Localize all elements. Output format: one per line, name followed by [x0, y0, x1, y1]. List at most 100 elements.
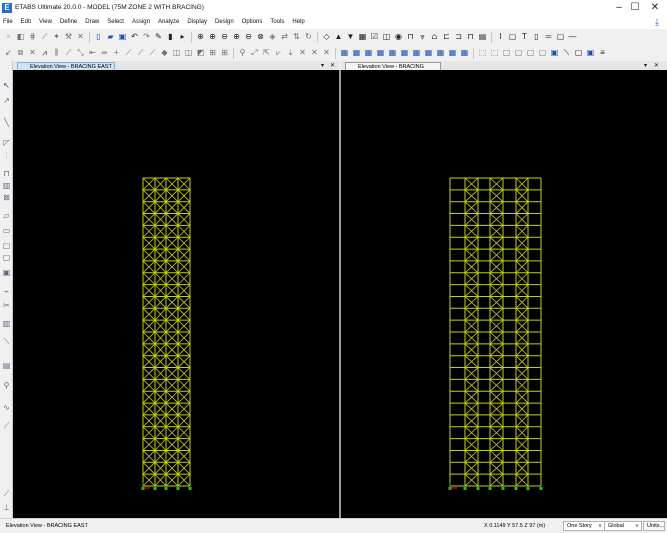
draw-floor-icon[interactable]: ▭	[2, 226, 11, 235]
draw-dimension-icon[interactable]: ▥	[2, 319, 11, 328]
group-icon[interactable]: ▦	[364, 48, 373, 58]
paint-icon[interactable]: ◉	[394, 32, 403, 42]
display-options-icon[interactable]: ▦	[358, 32, 367, 42]
run-analysis-icon[interactable]: ▸	[178, 32, 187, 42]
draw-link-icon[interactable]: ⌁	[2, 287, 11, 296]
zoom-previous-icon[interactable]: ⊖	[244, 32, 253, 42]
menu-display[interactable]: Display	[187, 19, 207, 25]
steel-design-icon[interactable]: I	[496, 32, 505, 42]
story-select[interactable]: One Story ∨	[563, 521, 605, 531]
copy-icon[interactable]: ⧉	[16, 48, 25, 58]
assign-load-2-icon[interactable]: ✕	[298, 48, 307, 58]
menu-view[interactable]: View	[39, 19, 52, 25]
slab-design-icon[interactable]: ═	[544, 32, 553, 42]
section-icon[interactable]: ⩘	[40, 48, 49, 58]
stories-icon[interactable]: ▦	[412, 48, 421, 58]
line-2-icon[interactable]: ⟋	[136, 48, 145, 58]
beam-icon[interactable]: ⟋	[64, 48, 73, 58]
lock-icon[interactable]: ▮	[166, 32, 175, 42]
wall-design-icon[interactable]: ▯	[532, 32, 541, 42]
zoom-out-icon[interactable]: ⊖	[220, 32, 229, 42]
save-icon[interactable]: ▣	[118, 32, 127, 42]
draw-opening-icon[interactable]: ▢	[2, 241, 11, 250]
load-patterns-icon[interactable]: ▦	[448, 48, 457, 58]
draw-tendon-icon[interactable]: ⟍	[2, 337, 11, 346]
line-3-icon[interactable]: ⟋	[148, 48, 157, 58]
move-up-icon[interactable]: ▲	[334, 32, 343, 42]
draw-icon[interactable]: ⟋	[40, 32, 49, 42]
filter-icon[interactable]: ▦	[388, 48, 397, 58]
pan-icon[interactable]: ⊗	[256, 32, 265, 42]
menu-file[interactable]: File	[3, 19, 13, 25]
snap-options-icon[interactable]: ▣	[586, 48, 595, 58]
view-3d-icon[interactable]: ◈	[268, 32, 277, 42]
download-icon[interactable]: ⤓	[655, 17, 659, 28]
draw-beam-icon[interactable]: ⊓	[2, 169, 11, 178]
new-file-icon[interactable]: ▯	[94, 32, 103, 42]
materials-icon[interactable]: ▦	[436, 48, 445, 58]
snap-mid-icon[interactable]: ⊥	[2, 503, 11, 512]
elevation-view-icon[interactable]: ⇅	[292, 32, 301, 42]
load-cases-icon[interactable]: ▦	[460, 48, 469, 58]
column-icon[interactable]: ⫼	[52, 48, 61, 58]
draw-brace-icon[interactable]: ◸	[2, 138, 11, 147]
floor-icon[interactable]: ◫	[172, 48, 181, 58]
menu-draw[interactable]: Draw	[85, 19, 99, 25]
undo-icon[interactable]: ↶	[130, 32, 139, 42]
draw-grid-icon[interactable]: ⟋	[2, 421, 11, 430]
menu-analyze[interactable]: Analyze	[158, 19, 179, 25]
deform-icon[interactable]: ⊏	[442, 32, 451, 42]
properties-icon[interactable]: ▦	[376, 48, 385, 58]
opening-icon[interactable]: ◩	[196, 48, 205, 58]
close-button[interactable]: ✕	[639, 0, 667, 15]
plan-view-icon[interactable]: ⇄	[280, 32, 289, 42]
perspective-icon[interactable]: ◇	[322, 32, 331, 42]
brace-icon[interactable]: ⤡	[76, 48, 85, 58]
foundation-icon[interactable]: ▢	[556, 32, 565, 42]
coord-system-select[interactable]: Global ∨	[604, 521, 642, 531]
shell-icon[interactable]: ◆	[160, 48, 169, 58]
composite-design-icon[interactable]: T	[520, 32, 529, 42]
open-file-icon[interactable]: ▰	[106, 32, 115, 42]
menu-select[interactable]: Select	[107, 19, 124, 25]
snap-end-icon[interactable]: ⟋	[2, 489, 11, 498]
clear-selection-icon[interactable]: ▢	[502, 48, 511, 58]
wall-icon[interactable]: ◫	[184, 48, 193, 58]
pane-menu-icon[interactable]: ▾	[321, 62, 324, 69]
draw-column-icon[interactable]: ⫶	[2, 151, 11, 160]
draw-xbrace-icon[interactable]: ⊠	[2, 193, 11, 202]
elevation-view-east-canvas[interactable]	[13, 70, 339, 518]
draw-mode-icon[interactable]: ⟍	[562, 48, 571, 58]
loads-icon[interactable]: ⩔	[418, 32, 427, 42]
draw-point-icon[interactable]: ⚲	[2, 381, 11, 390]
assign-link-icon[interactable]: ⩗	[274, 48, 283, 58]
select-previous-icon[interactable]: ⬚	[490, 48, 499, 58]
table-icon[interactable]: ▤	[478, 32, 487, 42]
moment-icon[interactable]: ⊓	[466, 32, 475, 42]
grid-icon[interactable]: ⋕	[28, 32, 37, 42]
line-icon[interactable]: ⟋	[124, 48, 133, 58]
check-icon[interactable]: ☑	[370, 32, 379, 42]
dim-icon[interactable]: ⊞	[208, 48, 217, 58]
select-all-icon[interactable]: ⬚	[478, 48, 487, 58]
zoom-restore-icon[interactable]: ⊕	[232, 32, 241, 42]
menu-assign[interactable]: Assign	[132, 19, 150, 25]
pane-close-icon[interactable]: ✕	[330, 62, 335, 69]
snap-icon[interactable]: ✦	[52, 32, 61, 42]
select-frames-icon[interactable]: ▢	[526, 48, 535, 58]
delete-icon[interactable]: ✕	[28, 48, 37, 58]
invert-selection-icon[interactable]: ▢	[514, 48, 523, 58]
menu-design[interactable]: Design	[215, 19, 234, 25]
draw-strip-icon[interactable]: ▤	[2, 361, 11, 370]
grids-icon[interactable]: ▦	[424, 48, 433, 58]
draw-slab-icon[interactable]: ▢	[2, 253, 11, 262]
shear-icon[interactable]: ⊐	[454, 32, 463, 42]
draw-area-icon[interactable]: ▱	[2, 211, 11, 220]
zoom-window-icon[interactable]: ⊕	[196, 32, 205, 42]
tool-icon[interactable]: ⚒	[64, 32, 73, 42]
model-explorer-icon[interactable]: ▦	[340, 48, 349, 58]
assign-joint-icon[interactable]: ⚲	[238, 48, 247, 58]
menu-edit[interactable]: Edit	[21, 19, 31, 25]
menu-options[interactable]: Options	[242, 19, 263, 25]
spring-icon[interactable]: ⥈	[100, 48, 109, 58]
